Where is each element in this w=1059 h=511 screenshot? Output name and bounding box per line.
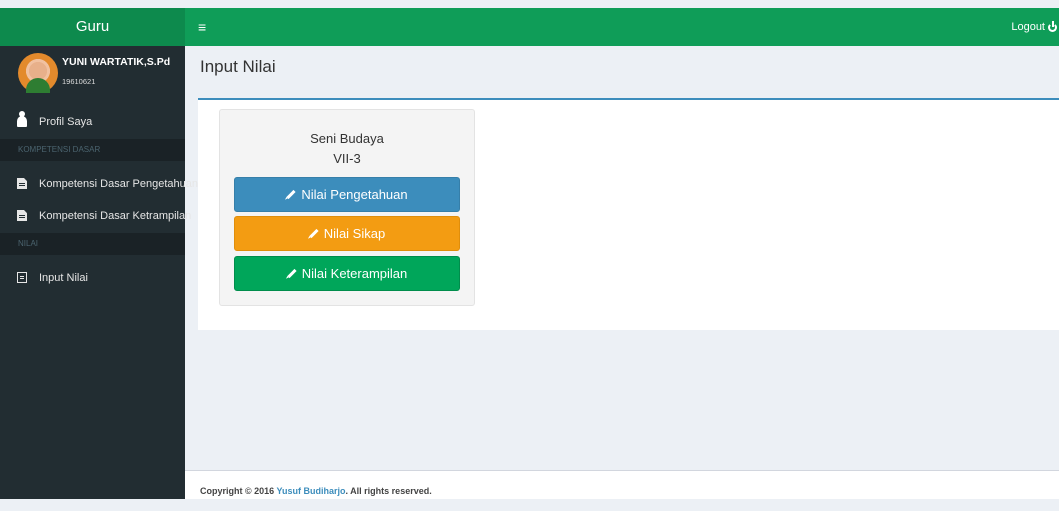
logout-button[interactable]: Logout xyxy=(1011,8,1057,46)
nilai-sikap-button[interactable]: Nilai Sikap xyxy=(234,216,460,251)
button-label: Nilai Pengetahuan xyxy=(301,187,408,202)
footer: Copyright © 2016 Yusuf Budiharjo. All ri… xyxy=(185,470,1059,499)
file-icon xyxy=(17,210,27,221)
subject-name: Seni Budaya xyxy=(310,131,384,146)
hamburger-icon[interactable]: ≡ xyxy=(198,8,206,46)
app-logo[interactable]: Guru xyxy=(0,8,185,46)
user-panel: YUNI WARTATIK,S.Pd 19610621 xyxy=(0,46,185,100)
sidebar-item-label: Kompetensi Dasar Pengetahuan xyxy=(39,178,198,190)
sidebar-item-label: Input Nilai xyxy=(39,272,88,284)
nilai-keterampilan-button[interactable]: Nilai Keterampilan xyxy=(234,256,460,291)
page-title: Input Nilai xyxy=(200,57,276,76)
sidebar: YUNI WARTATIK,S.Pd 19610621 Profil Saya … xyxy=(0,46,198,499)
sidebar-item-input-nilai[interactable]: Input Nilai xyxy=(0,262,185,294)
pencil-icon xyxy=(287,268,297,279)
sidebar-item-label: Kompetensi Dasar Ketrampilan xyxy=(39,210,192,222)
button-label: Nilai Sikap xyxy=(323,226,386,241)
footer-suffix: . All rights reserved. xyxy=(345,486,432,496)
logout-label: Logout xyxy=(1011,21,1045,33)
user-id: 19610621 xyxy=(62,77,96,86)
sidebar-item-profil-saya[interactable]: Profil Saya xyxy=(0,106,185,138)
sidebar-item-label: Profil Saya xyxy=(39,116,93,128)
file-icon xyxy=(17,178,27,189)
sidebar-header-nilai: NILAI xyxy=(0,233,185,255)
input-icon xyxy=(17,272,27,283)
footer-copyright: Copyright © 2016 xyxy=(200,486,277,496)
power-icon xyxy=(1048,20,1057,32)
top-navbar: Guru ≡ Logout xyxy=(0,8,1059,46)
sidebar-item-kd-pengetahuan[interactable]: Kompetensi Dasar Pengetahuan xyxy=(0,168,198,200)
sidebar-header-kompetensi-dasar: KOMPETENSI DASAR xyxy=(0,139,185,161)
avatar xyxy=(18,53,58,93)
user-icon xyxy=(17,111,27,127)
pencil-icon xyxy=(309,228,319,239)
footer-author-link[interactable]: Yusuf Budiharjo xyxy=(277,486,346,496)
pencil-icon xyxy=(286,189,296,200)
nilai-pengetahuan-button[interactable]: Nilai Pengetahuan xyxy=(234,177,460,212)
sidebar-item-kd-ketrampilan[interactable]: Kompetensi Dasar Ketrampilan xyxy=(0,200,191,232)
button-label: Nilai Keterampilan xyxy=(301,266,408,281)
user-name: YUNI WARTATIK,S.Pd xyxy=(62,56,171,68)
class-name: VII-3 xyxy=(333,151,361,166)
